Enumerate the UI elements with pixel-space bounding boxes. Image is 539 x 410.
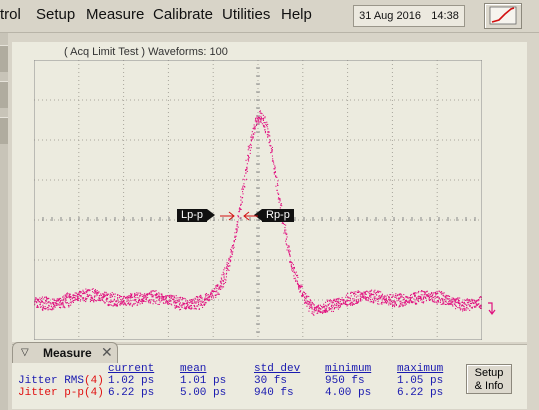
menu-bar: trol Setup Measure Calibrate Utilities H… xyxy=(0,0,539,33)
menu-setup[interactable]: Setup xyxy=(36,6,75,23)
menu-help[interactable]: Help xyxy=(281,6,312,23)
measure-value: 1.05 ps xyxy=(397,375,444,387)
time-text: 14:38 xyxy=(431,10,459,22)
col-std-dev: std dev xyxy=(254,363,301,375)
measure-value: 940 fs xyxy=(254,387,294,399)
waveform-graticule xyxy=(34,60,482,340)
measure-tab[interactable]: ▽ Measure ✕ xyxy=(12,342,118,363)
col-mean: mean xyxy=(180,363,207,375)
col-current: current xyxy=(108,363,155,375)
right-marker-label[interactable]: Rp-p xyxy=(254,209,294,222)
menu-measure[interactable]: Measure xyxy=(86,6,144,23)
date-text: 31 Aug 2016 xyxy=(359,10,421,22)
measure-row-label: Jitter p-p(4) xyxy=(18,387,104,399)
measure-row-label: Jitter RMS(4) xyxy=(18,375,104,387)
col-maximum: maximum xyxy=(397,363,444,375)
menu-control[interactable]: trol xyxy=(0,6,21,23)
close-icon[interactable]: ✕ xyxy=(101,344,113,361)
measure-value: 950 fs xyxy=(325,375,365,387)
marker-arrows xyxy=(220,211,258,221)
col-minimum: minimum xyxy=(325,363,372,375)
acquisition-status: ( Acq Limit Test ) Waveforms: 100 xyxy=(64,46,228,58)
measure-value: 6.22 ps xyxy=(108,387,155,399)
measure-value: 1.01 ps xyxy=(180,375,227,387)
date-time-display: 31 Aug 2016 14:38 xyxy=(353,5,465,27)
measure-value: 4.00 ps xyxy=(325,387,372,399)
measure-value: 5.00 ps xyxy=(180,387,227,399)
waveform-shortcut-icon[interactable] xyxy=(484,3,522,29)
measure-value: 1.02 ps xyxy=(108,375,155,387)
menu-calibrate[interactable]: Calibrate xyxy=(153,6,213,23)
left-side-strip xyxy=(0,33,8,410)
left-marker-label[interactable]: Lp-p xyxy=(177,209,216,222)
menu-utilities[interactable]: Utilities xyxy=(222,6,270,23)
measure-value: 6.22 ps xyxy=(397,387,444,399)
measure-tab-label: Measure xyxy=(43,346,92,360)
chevron-down-icon[interactable]: ▽ xyxy=(21,347,29,358)
channel-reference-marker[interactable] xyxy=(486,302,498,316)
measure-value: 30 fs xyxy=(254,375,288,387)
setup-info-button[interactable]: Setup & Info xyxy=(466,364,512,394)
